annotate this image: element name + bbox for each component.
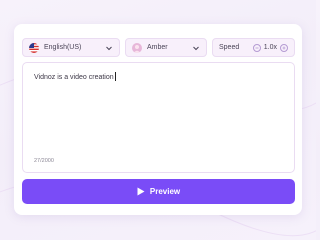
chevron-down-icon — [193, 46, 199, 50]
speed-value: 1.0x — [263, 44, 277, 51]
preview-button[interactable]: Preview — [22, 179, 295, 204]
speed-control: Speed 1.0x — [212, 38, 295, 57]
voice-label: Amber — [147, 44, 168, 51]
tts-card: English(US) Amber Speed 1.0x Vidnoz is a… — [14, 24, 302, 215]
script-text: Vidnoz is a video creation — [34, 72, 116, 81]
avatar-icon — [132, 42, 142, 53]
script-text-value: Vidnoz is a video creation — [34, 74, 114, 81]
character-counter: 27/2000 — [34, 158, 54, 164]
script-textarea[interactable]: Vidnoz is a video creation 27/2000 — [22, 62, 295, 173]
text-caret — [114, 72, 116, 81]
speed-label: Speed — [219, 44, 240, 51]
preview-label: Preview — [149, 187, 181, 196]
chevron-down-icon — [106, 46, 112, 50]
controls-row: English(US) Amber Speed 1.0x — [22, 38, 295, 57]
plus-icon[interactable] — [280, 43, 288, 52]
language-select[interactable]: English(US) — [22, 38, 120, 57]
minus-icon[interactable] — [252, 43, 261, 52]
language-label: English(US) — [44, 44, 82, 51]
play-icon — [137, 187, 145, 196]
voice-select[interactable]: Amber — [125, 38, 207, 57]
us-flag-icon — [29, 42, 39, 53]
